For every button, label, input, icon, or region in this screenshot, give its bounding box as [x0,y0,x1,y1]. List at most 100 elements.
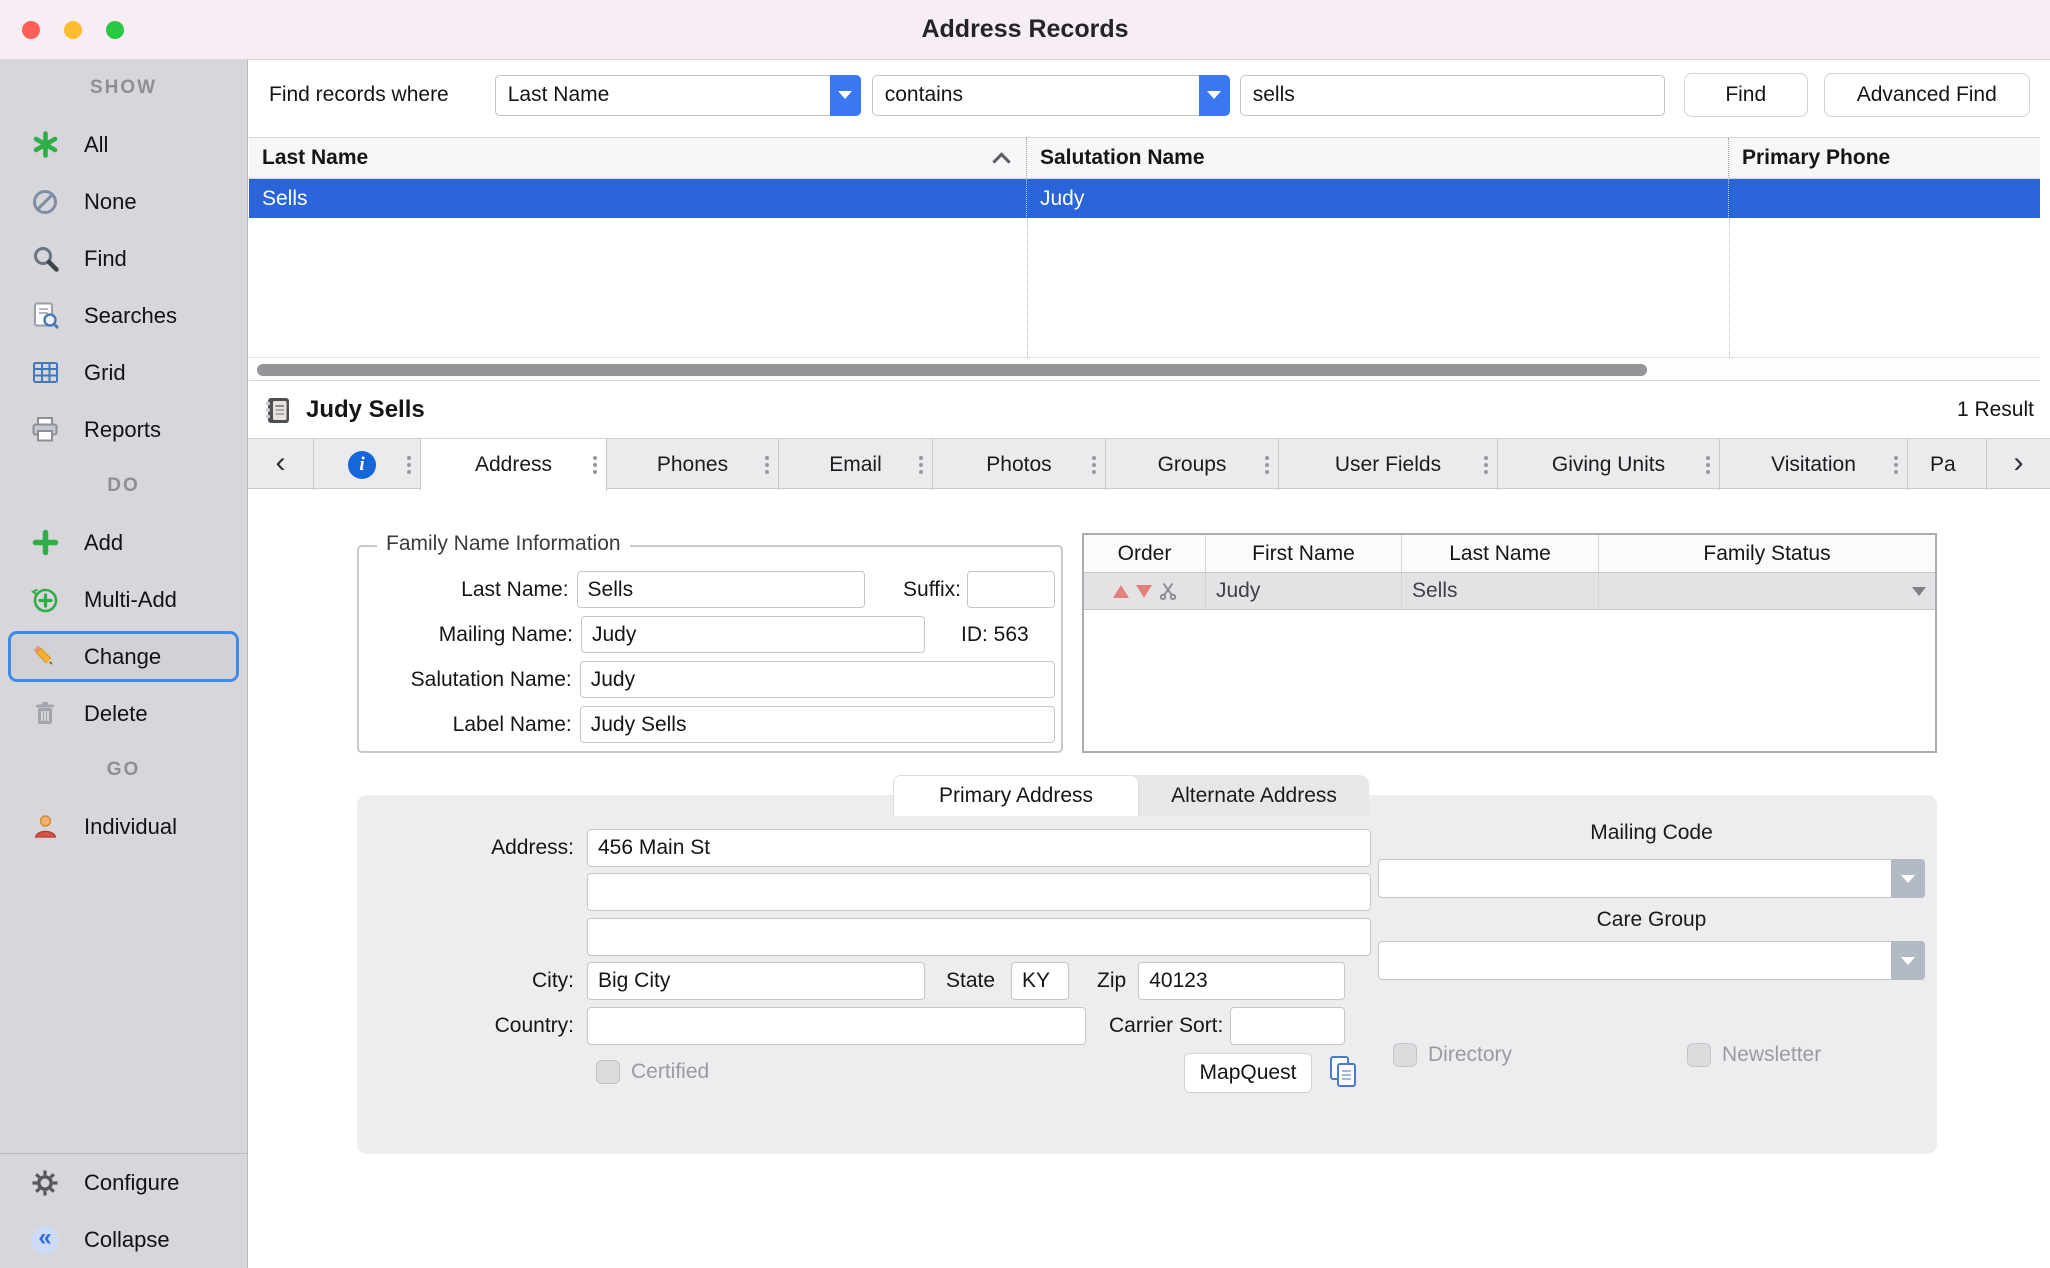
family-table-header: Order First Name Last Name Family Status [1084,535,1935,573]
cell-last-name: Sells [249,179,1027,218]
sidebar-item-grid[interactable]: Grid [0,344,247,401]
suffix-field[interactable] [967,571,1055,608]
tab-phones[interactable]: Phones [607,439,779,490]
minimize-window-button[interactable] [64,21,82,39]
column-header-last-name[interactable]: Last Name [249,138,1027,178]
group-legend: Family Name Information [377,532,630,556]
column-header-label: Primary Phone [1742,146,1890,170]
tab-info[interactable]: i [314,439,421,490]
sidebar-item-label: Change [84,644,161,670]
tab-menu-icon[interactable] [765,456,769,474]
sidebar-item-change[interactable]: Change [8,631,239,682]
family-last-name-cell[interactable]: Sells [1402,573,1599,609]
care-group-dropdown[interactable] [1378,941,1925,980]
address-line2-field[interactable] [587,873,1371,911]
city-field[interactable] [587,962,925,1000]
care-group-dropdown-button[interactable] [1891,941,1925,980]
find-button[interactable]: Find [1684,73,1808,117]
tab-menu-icon[interactable] [1706,456,1710,474]
sidebar-item-individual[interactable]: Individual [0,798,247,855]
column-header-salutation-name[interactable]: Salutation Name [1027,138,1729,178]
sidebar-item-multi-add[interactable]: Multi-Add [0,571,247,628]
tab-groups[interactable]: Groups [1106,439,1279,490]
tab-menu-icon[interactable] [1092,456,1096,474]
tab-menu-icon[interactable] [919,456,923,474]
operator-dropdown[interactable]: contains [872,75,1230,116]
tab-primary-address[interactable]: Primary Address [893,775,1139,816]
family-first-name-cell[interactable]: Judy [1206,573,1402,609]
newsletter-checkbox[interactable] [1687,1043,1711,1067]
last-name-field[interactable] [577,571,865,608]
tab-menu-icon[interactable] [1484,456,1488,474]
tab-menu-icon[interactable] [1265,456,1269,474]
mailing-code-dropdown[interactable] [1378,859,1925,898]
column-header-primary-phone[interactable]: Primary Phone [1729,138,2040,178]
tabs-scroll-left-button[interactable]: ‹ [248,439,314,490]
care-group-label: Care Group [1378,908,1925,932]
horizontal-scrollbar[interactable] [249,357,2040,381]
tab-menu-icon[interactable] [1894,456,1898,474]
sidebar-section-go: GO [0,742,247,798]
column-divider [1729,218,1730,357]
label-name-field[interactable] [580,706,1055,743]
copy-icon[interactable] [1326,1054,1360,1090]
chevron-left-icon: ‹ [276,448,286,482]
tab-email[interactable]: Email [779,439,933,490]
family-member-row[interactable]: Judy Sells [1084,573,1935,610]
sidebar-item-none[interactable]: None [0,173,247,230]
country-field[interactable] [587,1007,1086,1045]
advanced-find-button[interactable]: Advanced Find [1824,73,2030,117]
mailing-name-field[interactable] [581,616,925,653]
address-line1-field[interactable] [587,829,1371,867]
directory-label: Directory [1428,1043,1512,1067]
zip-field[interactable] [1138,962,1345,1000]
circle-plus-icon [30,585,60,615]
address-row: Address: [357,829,1371,867]
search-query-input[interactable] [1240,75,1665,116]
tab-menu-icon[interactable] [593,456,597,474]
newsletter-label: Newsletter [1722,1043,1821,1067]
close-window-button[interactable] [22,21,40,39]
operator-dropdown-button[interactable] [1199,75,1230,116]
sidebar-item-configure[interactable]: Configure [0,1154,247,1211]
tab-visitation[interactable]: Visitation [1720,439,1908,490]
scrollbar-thumb[interactable] [257,364,1647,376]
sidebar-item-find[interactable]: Find [0,230,247,287]
sidebar-item-reports[interactable]: Reports [0,401,247,458]
asterisk-icon [30,130,60,160]
tab-photos[interactable]: Photos [933,439,1106,490]
move-up-icon[interactable] [1113,585,1129,598]
mailing-code-label: Mailing Code [1378,821,1925,845]
salutation-name-field[interactable] [580,661,1055,698]
tab-user-fields[interactable]: User Fields [1279,439,1498,490]
field-dropdown-button[interactable] [830,75,861,116]
mapquest-button[interactable]: MapQuest [1184,1053,1312,1093]
mailing-code-dropdown-button[interactable] [1891,859,1925,898]
results-table-empty-area[interactable] [249,218,2040,357]
table-row[interactable]: Sells Judy [249,179,2040,218]
tab-giving-units[interactable]: Giving Units [1498,439,1720,490]
field-dropdown[interactable]: Last Name [495,75,861,116]
sidebar-item-collapse[interactable]: « Collapse [0,1211,247,1268]
tab-alternate-address[interactable]: Alternate Address [1139,775,1369,816]
chevron-right-icon: › [2014,448,2024,482]
tab-address[interactable]: Address [421,439,607,491]
sidebar-item-all[interactable]: All [0,116,247,173]
country-label: Country: [357,1014,587,1038]
directory-checkbox[interactable] [1393,1043,1417,1067]
carrier-sort-field[interactable] [1230,1007,1345,1045]
tab-menu-icon[interactable] [407,456,411,474]
tabs-scroll-right-button[interactable]: › [1987,439,2050,490]
certified-checkbox[interactable] [596,1060,620,1084]
family-status-dropdown[interactable] [1599,573,1935,609]
zoom-window-button[interactable] [106,21,124,39]
move-down-icon[interactable] [1136,585,1152,598]
window-title: Address Records [921,15,1128,44]
tab-truncated[interactable]: Pa [1908,439,1987,490]
sidebar-item-delete[interactable]: Delete [0,685,247,742]
address-line3-field[interactable] [587,918,1371,956]
sidebar-item-add[interactable]: Add [0,514,247,571]
state-field[interactable] [1011,962,1069,1000]
cut-icon[interactable] [1159,582,1177,600]
sidebar-item-searches[interactable]: Searches [0,287,247,344]
